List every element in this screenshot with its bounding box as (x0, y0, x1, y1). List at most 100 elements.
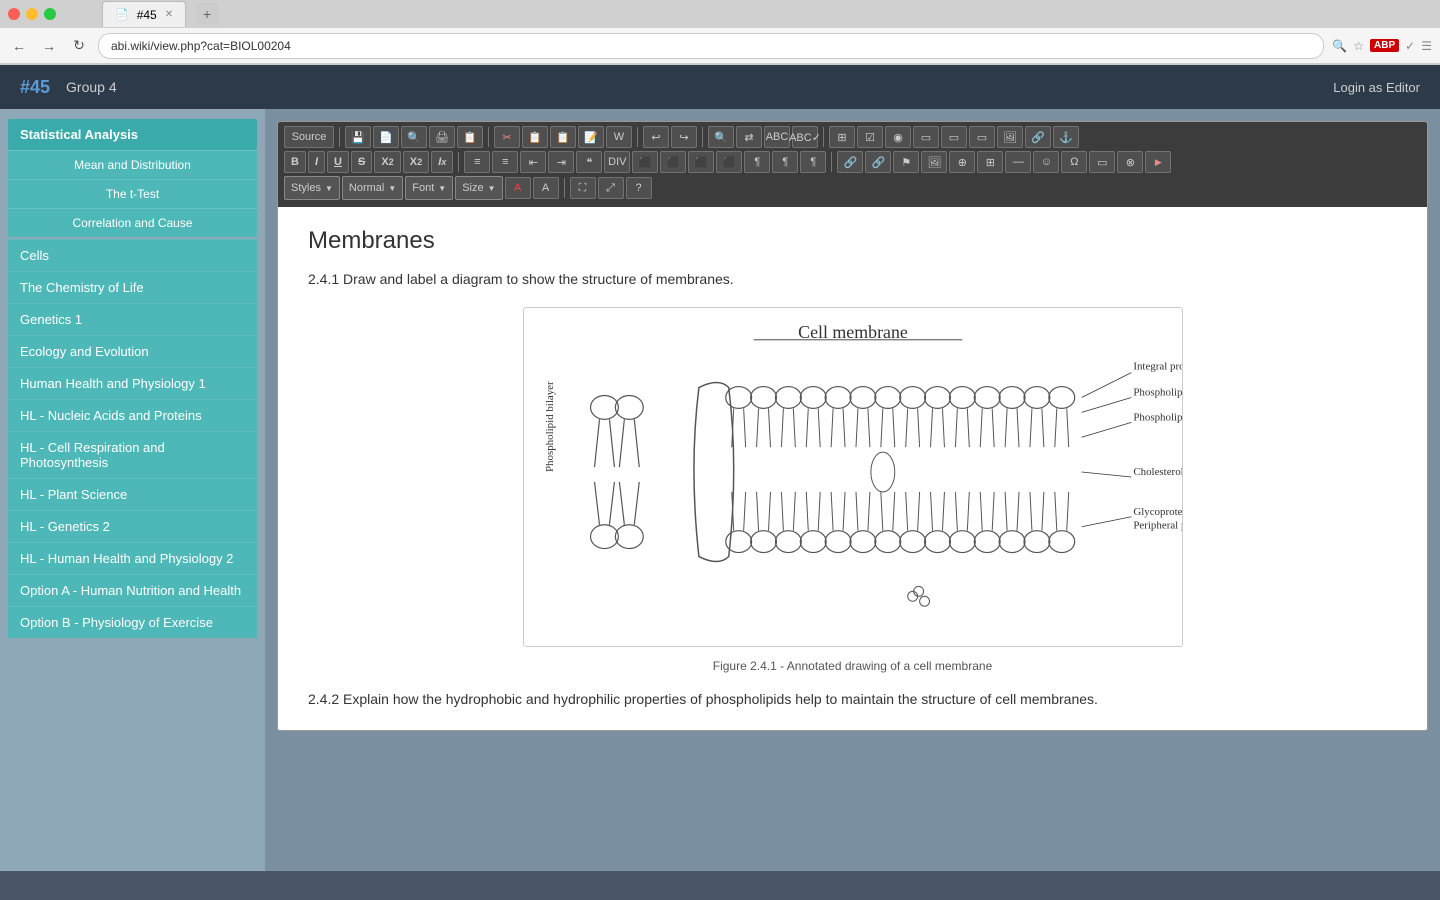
sidebar-item-genetics2[interactable]: HL - Genetics 2 (8, 510, 257, 542)
save-btn[interactable]: 💾 (345, 126, 371, 148)
sidebar-item-ttest[interactable]: The t-Test (8, 179, 257, 208)
iframe-btn[interactable]: ▭ (1089, 151, 1115, 173)
anchor2-btn[interactable]: ⚑ (893, 151, 919, 173)
cut-btn[interactable]: ✂ (494, 126, 520, 148)
print-btn[interactable]: 🖨 (429, 126, 455, 148)
tab-close-icon[interactable]: ✕ (165, 9, 173, 20)
ol-btn[interactable]: ≡ (464, 151, 490, 173)
flash-btn[interactable]: ⊕ (949, 151, 975, 173)
forward-button[interactable]: → (38, 35, 60, 57)
sidebar-item-plant[interactable]: HL - Plant Science (8, 478, 257, 510)
bold-btn[interactable]: B (284, 151, 306, 173)
removeformat-btn[interactable]: Ix (431, 151, 453, 173)
browser-tab[interactable]: 📄 #45 ✕ (102, 1, 186, 27)
template-btn[interactable]: 📋 (457, 126, 483, 148)
sidebar-item-option-b[interactable]: Option B - Physiology of Exercise (8, 606, 257, 638)
font-dropdown[interactable]: Font (405, 176, 453, 200)
tb3[interactable]: ▭ (969, 126, 995, 148)
sidebar-item-correlation[interactable]: Correlation and Cause (8, 208, 257, 237)
strike-btn[interactable]: S (351, 151, 372, 173)
youtube-btn[interactable]: ▶ (1145, 151, 1171, 173)
bookmark-icon[interactable]: ☆ (1353, 39, 1364, 53)
url-bar[interactable]: abi.wiki/view.php?cat=BIOL00204 (98, 33, 1324, 59)
bidiltr-btn[interactable]: ¶ (744, 151, 770, 173)
align-left[interactable]: ⬛ (632, 151, 658, 173)
tb1[interactable]: ▭ (913, 126, 939, 148)
img-btn[interactable]: 🖼 (997, 126, 1023, 148)
sidebar-item-genetics1[interactable]: Genetics 1 (8, 303, 257, 335)
refresh-button[interactable]: ↻ (68, 35, 90, 57)
redo-btn[interactable]: ↪ (671, 126, 697, 148)
italic-btn[interactable]: I (308, 151, 325, 173)
pagebreak-btn[interactable]: ⊗ (1117, 151, 1143, 173)
menu-icon[interactable]: ☰ (1421, 39, 1432, 53)
paste-text-btn[interactable]: 📝 (578, 126, 604, 148)
anchor-btn[interactable]: ⚓ (1053, 126, 1079, 148)
spell-btn[interactable]: ABC (764, 126, 790, 148)
cb1[interactable]: ☑ (857, 126, 883, 148)
image2-btn[interactable]: 🖼 (921, 151, 947, 173)
sidebar-item-chemistry[interactable]: The Chemistry of Life (8, 271, 257, 303)
paste-btn[interactable]: 📋 (550, 126, 576, 148)
align-right[interactable]: ⬛ (688, 151, 714, 173)
help-btn[interactable]: ? (626, 177, 652, 199)
superscript-btn[interactable]: X2 (403, 151, 429, 173)
maximize-button[interactable] (44, 8, 56, 20)
rb1[interactable]: ◉ (885, 126, 911, 148)
align-center[interactable]: ⬛ (660, 151, 686, 173)
find-btn[interactable]: 🔍 (708, 126, 734, 148)
unlink-btn[interactable]: 🔗 (865, 151, 891, 173)
sidebar-item-cells[interactable]: Cells (8, 239, 257, 271)
styles-dropdown[interactable]: Styles (284, 176, 340, 200)
format-dropdown[interactable]: Normal (342, 176, 403, 200)
new-tab-button[interactable]: + (196, 3, 218, 25)
bg-color-btn[interactable]: A (533, 177, 559, 199)
sidebar-item-option-a[interactable]: Option A - Human Nutrition and Health (8, 574, 257, 606)
sidebar-item-ecology[interactable]: Ecology and Evolution (8, 335, 257, 367)
sidebar-header-statistical[interactable]: Statistical Analysis (8, 119, 257, 150)
extension-icon[interactable]: ✓ (1405, 39, 1415, 53)
smiley-btn[interactable]: ☺ (1033, 151, 1059, 173)
table-btn[interactable]: ⊞ (829, 126, 855, 148)
underline-btn[interactable]: U (327, 151, 349, 173)
special-btn[interactable]: Ω (1061, 151, 1087, 173)
undo-btn[interactable]: ↩ (643, 126, 669, 148)
replace-btn[interactable]: ⇄ (736, 126, 762, 148)
resize-btn[interactable]: ⤢ (598, 177, 624, 199)
editor-container: Source 💾 📄 🔍 🖨 📋 ✂ 📋 📋 📝 W ↩ ↪ (277, 121, 1428, 731)
close-button[interactable] (8, 8, 20, 20)
title-bar: 📄 #45 ✕ + (0, 0, 1440, 28)
search-icon[interactable]: 🔍 (1332, 39, 1347, 53)
div-btn[interactable]: DIV (604, 151, 630, 173)
spell2-btn[interactable]: ABC✓ (792, 126, 818, 148)
sidebar-item-human-health2[interactable]: HL - Human Health and Physiology 2 (8, 542, 257, 574)
link2-btn[interactable]: 🔗 (837, 151, 863, 173)
paste-word-btn[interactable]: W (606, 126, 632, 148)
outdent-btn[interactable]: ⇤ (520, 151, 546, 173)
sidebar-item-mean[interactable]: Mean and Distribution (8, 150, 257, 179)
new-btn[interactable]: 📄 (373, 126, 399, 148)
tb2[interactable]: ▭ (941, 126, 967, 148)
preview-btn[interactable]: 🔍 (401, 126, 427, 148)
align-justify[interactable]: ⬛ (716, 151, 742, 173)
table2-btn[interactable]: ⊞ (977, 151, 1003, 173)
copy-btn[interactable]: 📋 (522, 126, 548, 148)
hline-btn[interactable]: — (1005, 151, 1031, 173)
indent-btn[interactable]: ⇥ (548, 151, 574, 173)
back-button[interactable]: ← (8, 35, 30, 57)
size-dropdown[interactable]: Size (455, 176, 502, 200)
ul-btn[interactable]: ≡ (492, 151, 518, 173)
login-editor-button[interactable]: Login as Editor (1333, 80, 1420, 95)
para-btn[interactable]: ¶ (800, 151, 826, 173)
sidebar-item-cell-respiration[interactable]: HL - Cell Respiration and Photosynthesis (8, 431, 257, 478)
minimize-button[interactable] (26, 8, 38, 20)
subscript-btn[interactable]: X2 (374, 151, 400, 173)
source-button[interactable]: Source (284, 126, 334, 148)
sidebar-item-human-health[interactable]: Human Health and Physiology 1 (8, 367, 257, 399)
link-btn[interactable]: 🔗 (1025, 126, 1051, 148)
blockquote-btn[interactable]: ❝ (576, 151, 602, 173)
sidebar-item-nucleic[interactable]: HL - Nucleic Acids and Proteins (8, 399, 257, 431)
fullscreen-btn[interactable]: ⛶ (570, 177, 596, 199)
bidirtl-btn[interactable]: ¶ (772, 151, 798, 173)
font-color-btn[interactable]: A (505, 177, 531, 199)
